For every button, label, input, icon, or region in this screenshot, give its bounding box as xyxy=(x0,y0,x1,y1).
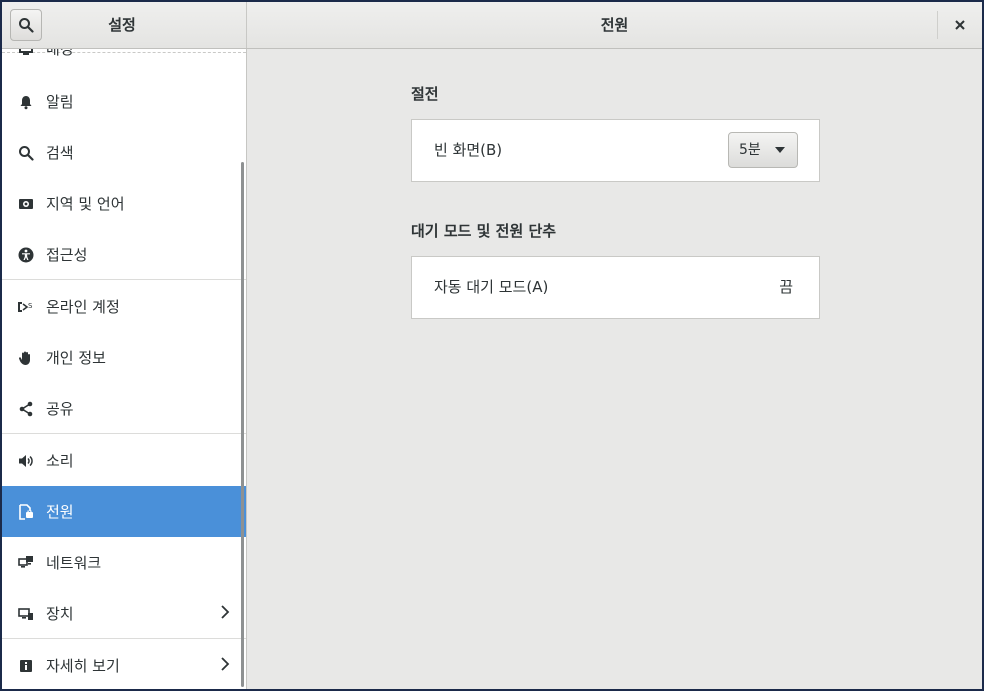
power-saving-heading: 절전 xyxy=(411,85,439,103)
bell-icon xyxy=(16,92,36,112)
info-icon xyxy=(16,656,36,676)
suspend-heading: 대기 모드 및 전원 단추 xyxy=(411,222,557,240)
sidebar-item-label: 온라인 계정 xyxy=(46,298,120,316)
sidebar-item-label: 자세히 보기 xyxy=(46,657,120,675)
sidebar-item-privacy[interactable]: 개인 정보 xyxy=(2,332,246,383)
svg-text:S: S xyxy=(28,302,33,310)
page-title: 전원 xyxy=(600,16,629,34)
sidebar-item-label: 네트워크 xyxy=(46,554,102,572)
sidebar-scrollbar[interactable] xyxy=(241,162,244,687)
accessibility-icon xyxy=(16,245,36,265)
settings-window: 설정 전원 배경 알림 검색 지역 및 언어 접근성 S 온라인 계정 개인 정… xyxy=(2,2,982,689)
sidebar-item-label: 전원 xyxy=(46,503,74,521)
power-icon xyxy=(16,502,36,522)
sidebar-divider xyxy=(2,433,246,434)
hand-icon xyxy=(16,348,36,368)
power-saving-panel: 빈 화면(B) 5분 xyxy=(411,119,820,182)
background-icon xyxy=(16,49,36,59)
sidebar-item-label: 배경 xyxy=(46,49,74,58)
suspend-panel: 자동 대기 모드(A) 끔 xyxy=(411,256,820,319)
sidebar-item-label: 접근성 xyxy=(46,246,88,264)
sidebar-header: 설정 xyxy=(2,2,247,48)
blank-screen-value: 5분 xyxy=(739,142,761,158)
sidebar-divider xyxy=(2,279,246,280)
sidebar-item-network[interactable]: 네트워크 xyxy=(2,537,246,588)
sidebar-item-label: 검색 xyxy=(46,144,74,162)
sidebar-item-accessibility[interactable]: 접근성 xyxy=(2,229,246,280)
sidebar-item-sound[interactable]: 소리 xyxy=(2,435,246,486)
sidebar-item-region[interactable]: 지역 및 언어 xyxy=(2,178,246,229)
chevron-down-icon xyxy=(775,147,785,153)
blank-screen-label: 빈 화면(B) xyxy=(434,141,503,159)
sidebar-item-notifications[interactable]: 알림 xyxy=(2,76,246,127)
devices-icon xyxy=(16,604,36,624)
header-bar: 설정 전원 xyxy=(2,2,982,49)
auto-suspend-label[interactable]: 자동 대기 모드(A) xyxy=(434,257,548,318)
sidebar-item-label: 소리 xyxy=(46,452,74,470)
sidebar-item-label: 알림 xyxy=(46,93,74,111)
online-accounts-icon: S xyxy=(16,297,36,317)
search-icon xyxy=(19,18,34,33)
network-icon xyxy=(16,553,36,573)
settings-title: 설정 xyxy=(108,16,136,34)
blank-screen-dropdown[interactable]: 5분 xyxy=(728,132,798,168)
sidebar-item-label: 개인 정보 xyxy=(46,349,106,367)
sidebar-item-devices[interactable]: 장치 xyxy=(2,588,246,639)
sidebar-item-online-accounts[interactable]: S 온라인 계정 xyxy=(2,281,246,332)
chevron-right-icon xyxy=(221,657,230,671)
sidebar[interactable]: 배경 알림 검색 지역 및 언어 접근성 S 온라인 계정 개인 정보 공유 소… xyxy=(2,49,247,689)
sidebar-item-sharing[interactable]: 공유 xyxy=(2,383,246,434)
sidebar-item-label: 공유 xyxy=(46,400,74,418)
sidebar-item-power[interactable]: 전원 xyxy=(2,486,246,537)
sidebar-divider xyxy=(2,638,246,639)
header-separator xyxy=(937,11,938,39)
auto-suspend-value[interactable]: 끔 xyxy=(779,257,793,318)
close-icon xyxy=(955,20,965,30)
share-icon xyxy=(16,399,36,419)
sidebar-item-label: 장치 xyxy=(46,605,74,623)
region-icon xyxy=(16,194,36,214)
speaker-icon xyxy=(16,451,36,471)
chevron-right-icon xyxy=(221,605,230,619)
close-button[interactable] xyxy=(946,11,974,39)
sidebar-item-label: 지역 및 언어 xyxy=(46,195,125,213)
search-button[interactable] xyxy=(10,9,42,41)
sidebar-item-search[interactable]: 검색 xyxy=(2,127,246,178)
sidebar-item-details[interactable]: 자세히 보기 xyxy=(2,640,246,689)
sidebar-item-background[interactable]: 배경 xyxy=(2,49,246,74)
search-icon xyxy=(16,143,36,163)
